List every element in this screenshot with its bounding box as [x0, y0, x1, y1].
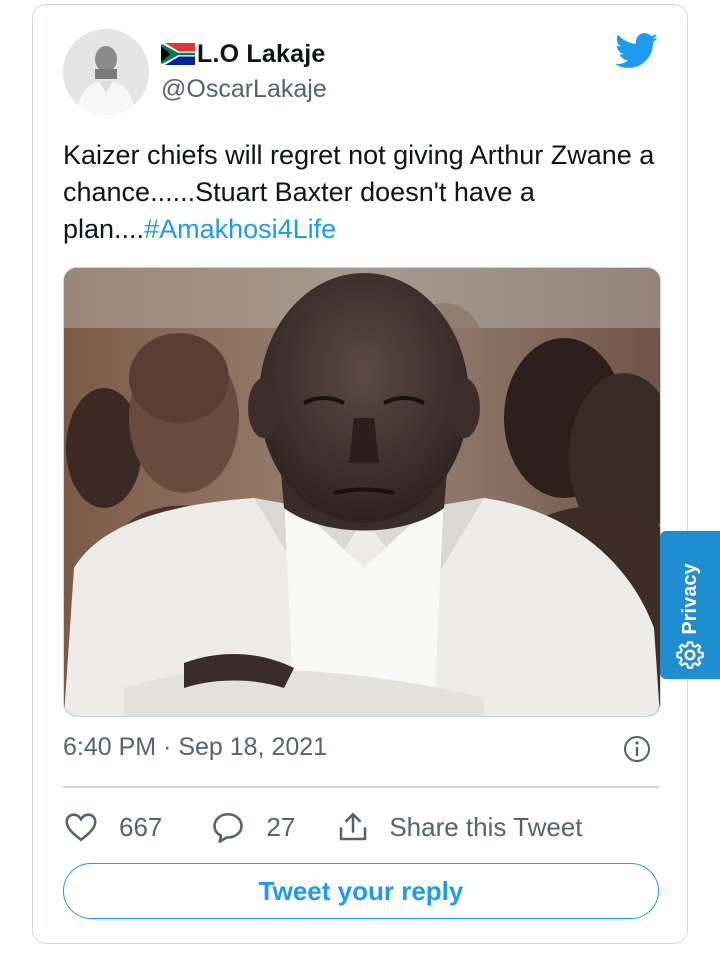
author-display-name[interactable]: L.O Lakaje: [197, 40, 325, 69]
tweet-timestamp[interactable]: 6:40 PM · Sep 18, 2021: [63, 733, 327, 762]
south-africa-flag-icon: [161, 43, 195, 65]
share-upload-icon: [340, 812, 367, 841]
tweet-your-reply-button[interactable]: Tweet your reply: [63, 863, 659, 919]
tweet-text: Kaizer chiefs will regret not giving Art…: [63, 137, 663, 248]
avatar[interactable]: [63, 29, 149, 115]
author-handle[interactable]: @OscarLakaje: [161, 75, 327, 104]
privacy-label: Privacy: [679, 563, 701, 635]
share-tweet-button[interactable]: Share this Tweet: [335, 809, 583, 845]
like-button[interactable]: 667: [63, 809, 162, 845]
hashtag-link[interactable]: #Amakhosi4Life: [144, 214, 336, 244]
author-name-row: L.O Lakaje: [161, 37, 325, 71]
divider: [63, 786, 659, 788]
reply-action[interactable]: 27: [210, 809, 295, 845]
photo-man-arms-crossed: [64, 268, 660, 716]
like-count: 667: [119, 811, 163, 842]
share-label: Share this Tweet: [389, 811, 583, 842]
gear-icon: [676, 641, 704, 669]
tweet-actions: 667 27 Share this Tweet: [63, 805, 583, 849]
twitter-bird-icon[interactable]: [615, 33, 659, 69]
tweet-card: L.O Lakaje @OscarLakaje Kaizer chiefs wi…: [32, 4, 688, 944]
heart-icon: [65, 813, 97, 842]
speech-bubble-icon: [213, 812, 244, 843]
tweet-photo[interactable]: [63, 267, 661, 717]
reply-count: 27: [266, 811, 296, 842]
info-icon[interactable]: [623, 735, 651, 763]
avatar-photo: [63, 29, 149, 115]
privacy-settings-tab[interactable]: Privacy: [660, 531, 720, 679]
